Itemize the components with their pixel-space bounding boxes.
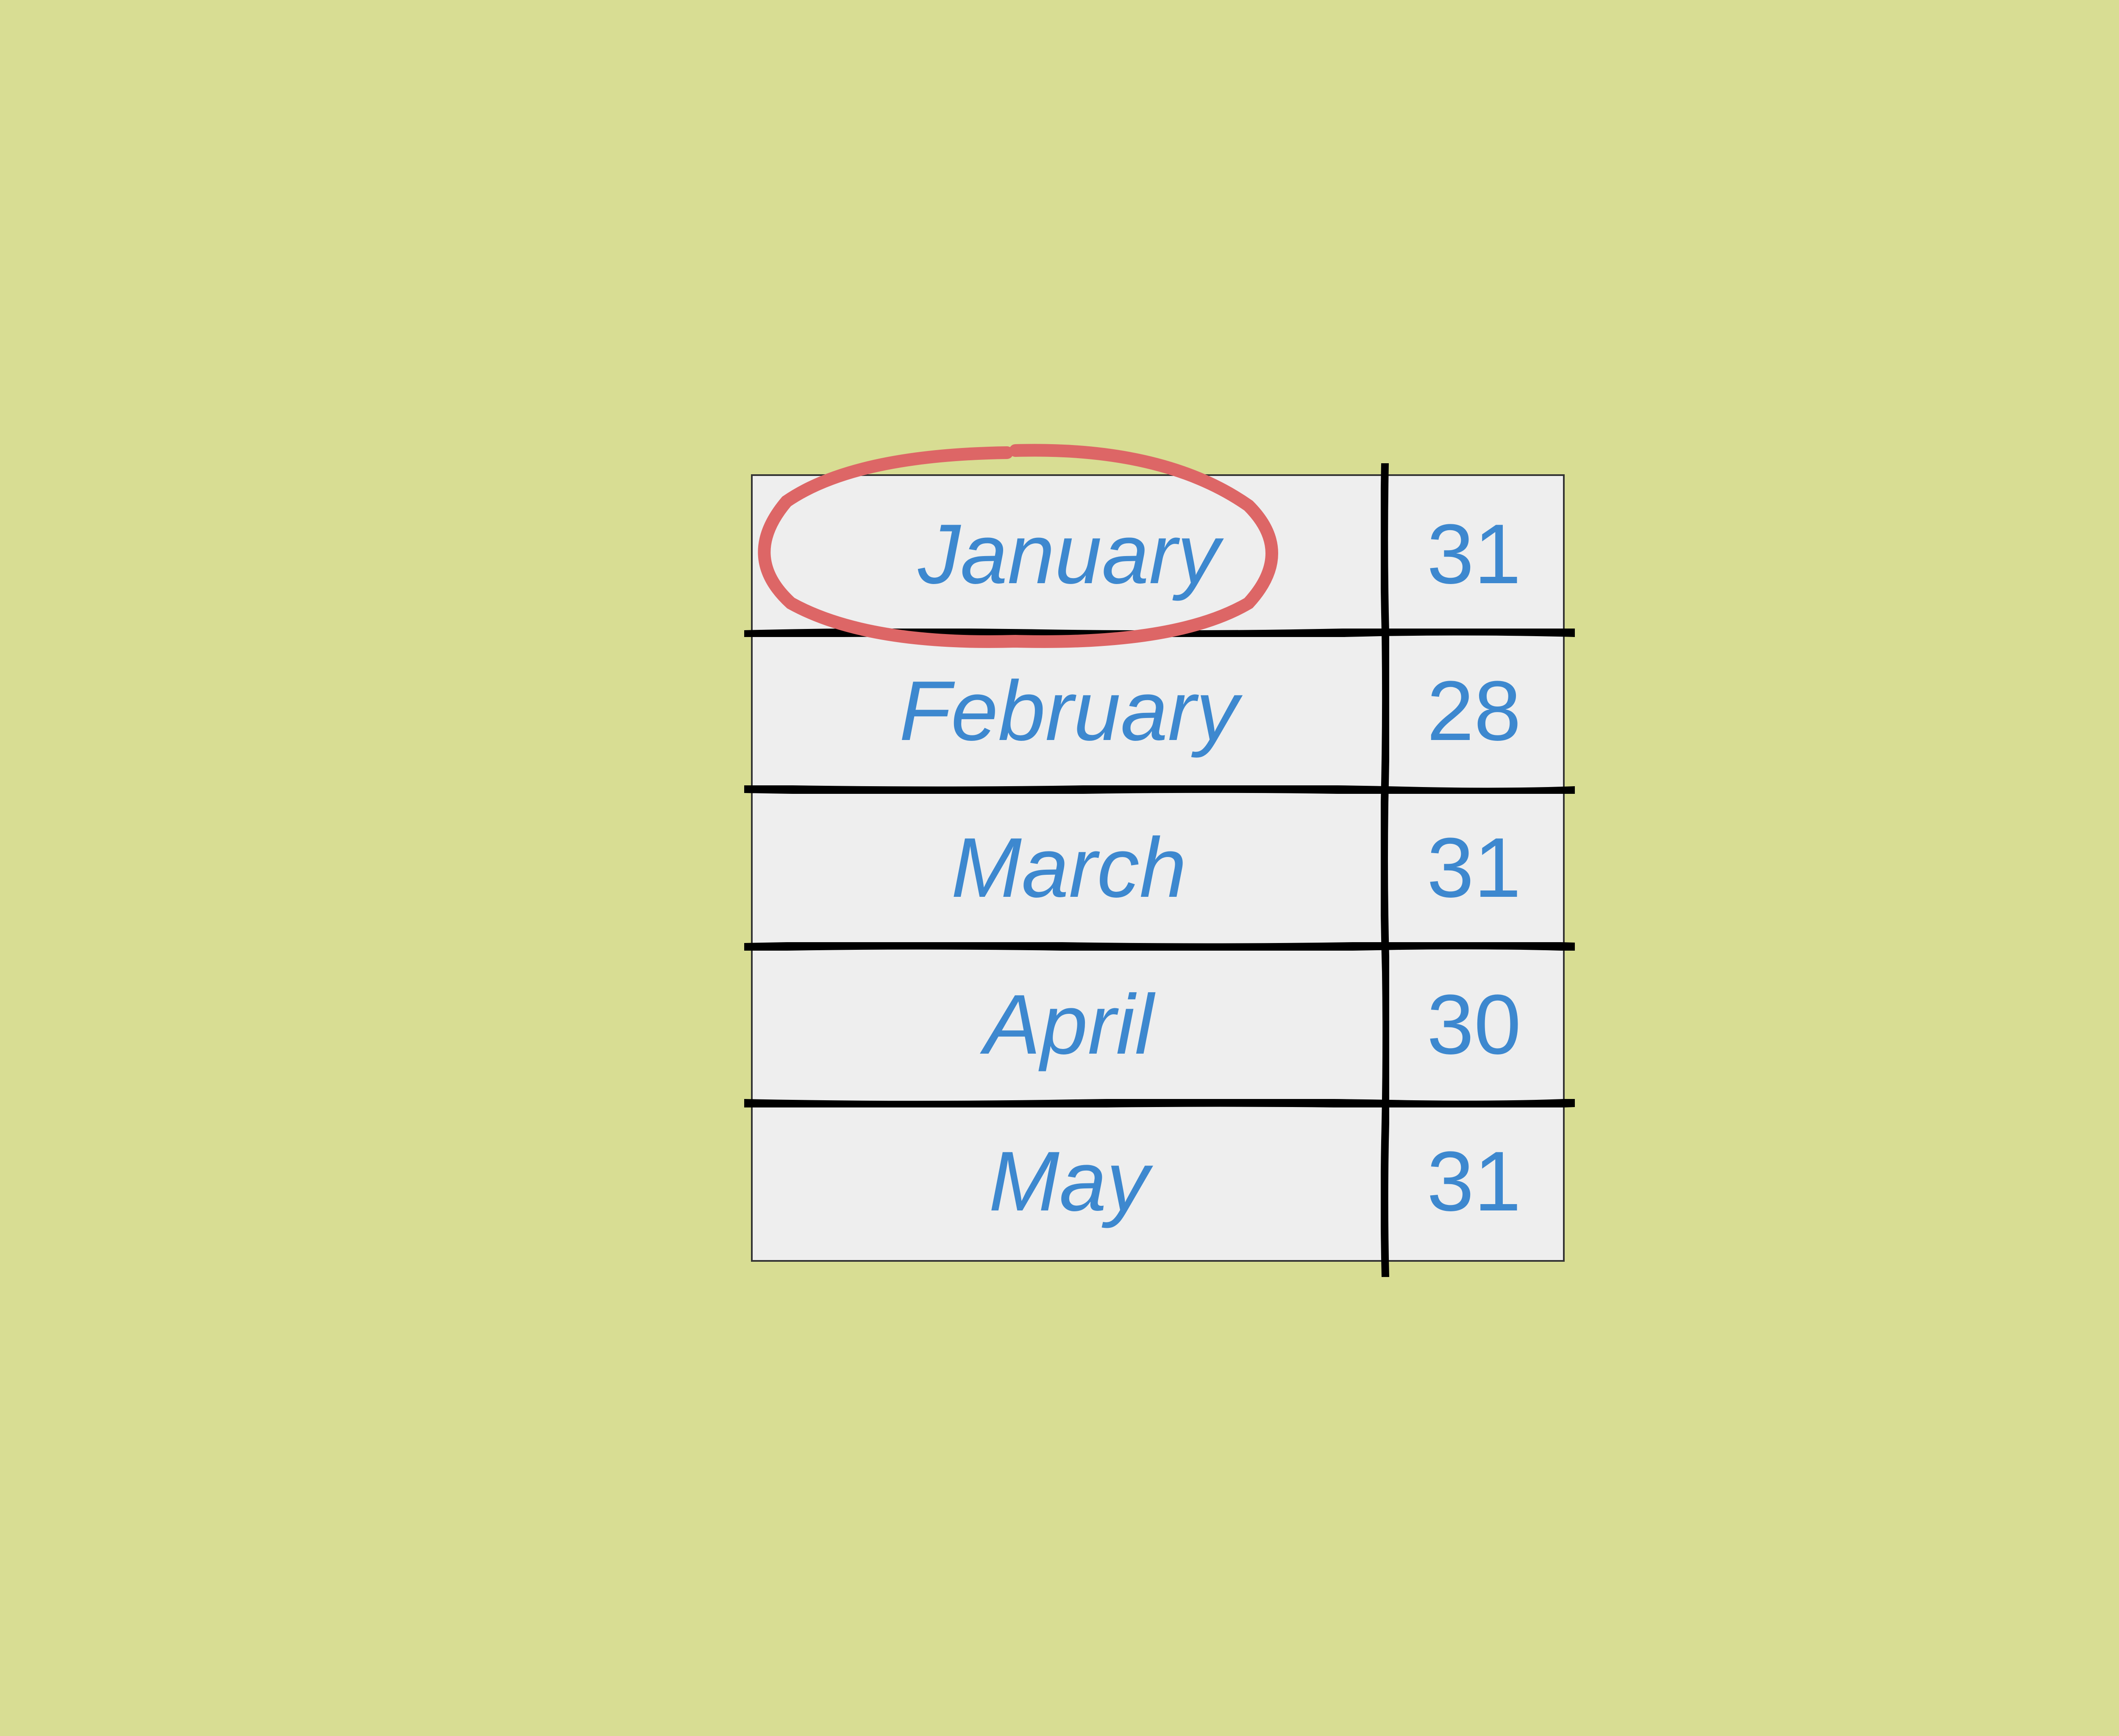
month-cell: January xyxy=(753,476,1385,633)
diagram-container: January 31 February 28 March 31 April 30 xyxy=(751,474,1565,1262)
days-cell: 30 xyxy=(1385,946,1563,1103)
months-table: January 31 February 28 March 31 April 30 xyxy=(751,474,1565,1262)
month-cell: May xyxy=(753,1103,1385,1260)
days-cell: 31 xyxy=(1385,1103,1563,1260)
month-cell: April xyxy=(753,946,1385,1103)
days-cell: 31 xyxy=(1385,790,1563,946)
days-cell: 31 xyxy=(1385,476,1563,633)
month-cell: February xyxy=(753,633,1385,790)
table-row: February 28 xyxy=(753,633,1563,790)
table-row: March 31 xyxy=(753,790,1563,946)
table-row: April 30 xyxy=(753,946,1563,1103)
days-cell: 28 xyxy=(1385,633,1563,790)
month-cell: March xyxy=(753,790,1385,946)
table-row: January 31 xyxy=(753,476,1563,633)
table-row: May 31 xyxy=(753,1103,1563,1260)
